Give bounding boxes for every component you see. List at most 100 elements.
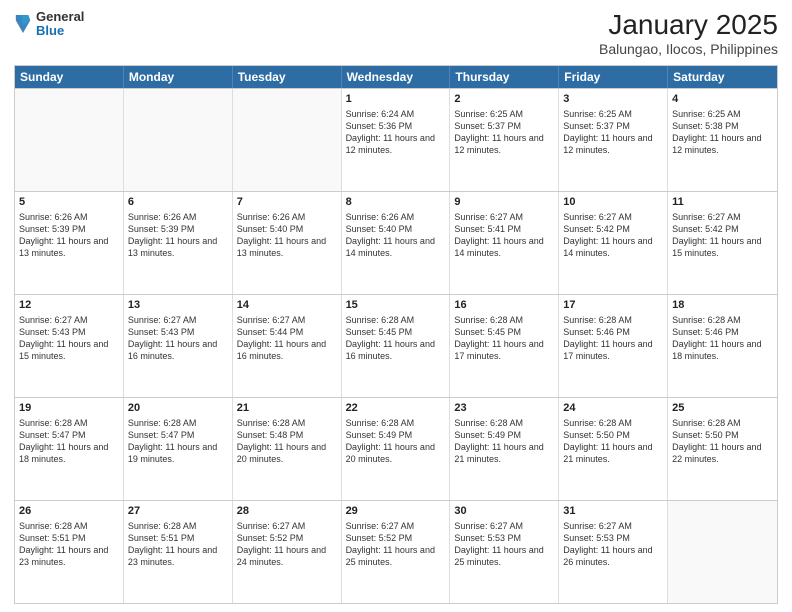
day-number: 8 <box>346 195 446 210</box>
cal-cell: 8Sunrise: 6:26 AM Sunset: 5:40 PM Daylig… <box>342 192 451 294</box>
cal-cell: 18Sunrise: 6:28 AM Sunset: 5:46 PM Dayli… <box>668 295 777 397</box>
logo-blue-text: Blue <box>36 24 84 38</box>
day-number: 24 <box>563 401 663 416</box>
cal-cell <box>233 89 342 191</box>
calendar-title: January 2025 <box>599 10 778 41</box>
day-number: 19 <box>19 401 119 416</box>
page: General Blue January 2025 Balungao, Iloc… <box>0 0 792 612</box>
calendar: SundayMondayTuesdayWednesdayThursdayFrid… <box>14 65 778 604</box>
cal-cell <box>15 89 124 191</box>
cal-cell: 11Sunrise: 6:27 AM Sunset: 5:42 PM Dayli… <box>668 192 777 294</box>
cell-info: Sunrise: 6:28 AM Sunset: 5:50 PM Dayligh… <box>563 417 663 466</box>
day-number: 30 <box>454 504 554 519</box>
logo-text: General Blue <box>36 10 84 39</box>
cell-info: Sunrise: 6:25 AM Sunset: 5:37 PM Dayligh… <box>563 108 663 157</box>
logo-general-text: General <box>36 10 84 24</box>
cal-week-2: 5Sunrise: 6:26 AM Sunset: 5:39 PM Daylig… <box>15 191 777 294</box>
day-number: 14 <box>237 298 337 313</box>
cell-info: Sunrise: 6:27 AM Sunset: 5:53 PM Dayligh… <box>563 520 663 569</box>
cell-info: Sunrise: 6:28 AM Sunset: 5:45 PM Dayligh… <box>346 314 446 363</box>
cal-cell: 29Sunrise: 6:27 AM Sunset: 5:52 PM Dayli… <box>342 501 451 603</box>
cell-info: Sunrise: 6:27 AM Sunset: 5:52 PM Dayligh… <box>346 520 446 569</box>
cal-cell: 30Sunrise: 6:27 AM Sunset: 5:53 PM Dayli… <box>450 501 559 603</box>
day-number: 13 <box>128 298 228 313</box>
cell-info: Sunrise: 6:27 AM Sunset: 5:42 PM Dayligh… <box>563 211 663 260</box>
logo: General Blue <box>14 10 84 39</box>
day-number: 15 <box>346 298 446 313</box>
cell-info: Sunrise: 6:25 AM Sunset: 5:37 PM Dayligh… <box>454 108 554 157</box>
cell-info: Sunrise: 6:28 AM Sunset: 5:49 PM Dayligh… <box>346 417 446 466</box>
cal-cell <box>668 501 777 603</box>
day-number: 11 <box>672 195 773 210</box>
day-number: 16 <box>454 298 554 313</box>
cal-cell: 14Sunrise: 6:27 AM Sunset: 5:44 PM Dayli… <box>233 295 342 397</box>
cal-header-saturday: Saturday <box>668 66 777 88</box>
cal-cell: 27Sunrise: 6:28 AM Sunset: 5:51 PM Dayli… <box>124 501 233 603</box>
cal-cell: 22Sunrise: 6:28 AM Sunset: 5:49 PM Dayli… <box>342 398 451 500</box>
day-number: 29 <box>346 504 446 519</box>
cell-info: Sunrise: 6:28 AM Sunset: 5:49 PM Dayligh… <box>454 417 554 466</box>
cell-info: Sunrise: 6:27 AM Sunset: 5:44 PM Dayligh… <box>237 314 337 363</box>
day-number: 20 <box>128 401 228 416</box>
cal-cell: 16Sunrise: 6:28 AM Sunset: 5:45 PM Dayli… <box>450 295 559 397</box>
day-number: 5 <box>19 195 119 210</box>
day-number: 27 <box>128 504 228 519</box>
day-number: 18 <box>672 298 773 313</box>
calendar-body: 1Sunrise: 6:24 AM Sunset: 5:36 PM Daylig… <box>15 88 777 603</box>
cal-cell: 13Sunrise: 6:27 AM Sunset: 5:43 PM Dayli… <box>124 295 233 397</box>
day-number: 21 <box>237 401 337 416</box>
cell-info: Sunrise: 6:28 AM Sunset: 5:47 PM Dayligh… <box>128 417 228 466</box>
day-number: 23 <box>454 401 554 416</box>
day-number: 31 <box>563 504 663 519</box>
cal-header-sunday: Sunday <box>15 66 124 88</box>
cal-cell: 25Sunrise: 6:28 AM Sunset: 5:50 PM Dayli… <box>668 398 777 500</box>
cell-info: Sunrise: 6:28 AM Sunset: 5:48 PM Dayligh… <box>237 417 337 466</box>
cell-info: Sunrise: 6:28 AM Sunset: 5:45 PM Dayligh… <box>454 314 554 363</box>
cell-info: Sunrise: 6:28 AM Sunset: 5:51 PM Dayligh… <box>128 520 228 569</box>
cal-header-tuesday: Tuesday <box>233 66 342 88</box>
cal-cell: 28Sunrise: 6:27 AM Sunset: 5:52 PM Dayli… <box>233 501 342 603</box>
cal-cell: 4Sunrise: 6:25 AM Sunset: 5:38 PM Daylig… <box>668 89 777 191</box>
cal-week-4: 19Sunrise: 6:28 AM Sunset: 5:47 PM Dayli… <box>15 397 777 500</box>
cell-info: Sunrise: 6:27 AM Sunset: 5:41 PM Dayligh… <box>454 211 554 260</box>
day-number: 28 <box>237 504 337 519</box>
day-number: 4 <box>672 92 773 107</box>
day-number: 6 <box>128 195 228 210</box>
day-number: 12 <box>19 298 119 313</box>
cal-header-thursday: Thursday <box>450 66 559 88</box>
day-number: 25 <box>672 401 773 416</box>
cal-cell: 24Sunrise: 6:28 AM Sunset: 5:50 PM Dayli… <box>559 398 668 500</box>
cell-info: Sunrise: 6:24 AM Sunset: 5:36 PM Dayligh… <box>346 108 446 157</box>
cal-cell: 19Sunrise: 6:28 AM Sunset: 5:47 PM Dayli… <box>15 398 124 500</box>
calendar-subtitle: Balungao, Ilocos, Philippines <box>599 41 778 57</box>
cal-cell: 7Sunrise: 6:26 AM Sunset: 5:40 PM Daylig… <box>233 192 342 294</box>
cell-info: Sunrise: 6:26 AM Sunset: 5:39 PM Dayligh… <box>128 211 228 260</box>
cal-cell: 2Sunrise: 6:25 AM Sunset: 5:37 PM Daylig… <box>450 89 559 191</box>
cell-info: Sunrise: 6:27 AM Sunset: 5:43 PM Dayligh… <box>128 314 228 363</box>
cal-cell: 5Sunrise: 6:26 AM Sunset: 5:39 PM Daylig… <box>15 192 124 294</box>
title-block: January 2025 Balungao, Ilocos, Philippin… <box>599 10 778 57</box>
cal-cell: 1Sunrise: 6:24 AM Sunset: 5:36 PM Daylig… <box>342 89 451 191</box>
cell-info: Sunrise: 6:25 AM Sunset: 5:38 PM Dayligh… <box>672 108 773 157</box>
cell-info: Sunrise: 6:26 AM Sunset: 5:40 PM Dayligh… <box>346 211 446 260</box>
cal-week-1: 1Sunrise: 6:24 AM Sunset: 5:36 PM Daylig… <box>15 88 777 191</box>
cell-info: Sunrise: 6:27 AM Sunset: 5:42 PM Dayligh… <box>672 211 773 260</box>
cal-cell: 26Sunrise: 6:28 AM Sunset: 5:51 PM Dayli… <box>15 501 124 603</box>
cell-info: Sunrise: 6:28 AM Sunset: 5:47 PM Dayligh… <box>19 417 119 466</box>
cal-cell: 17Sunrise: 6:28 AM Sunset: 5:46 PM Dayli… <box>559 295 668 397</box>
cal-cell: 12Sunrise: 6:27 AM Sunset: 5:43 PM Dayli… <box>15 295 124 397</box>
cal-cell: 15Sunrise: 6:28 AM Sunset: 5:45 PM Dayli… <box>342 295 451 397</box>
cell-info: Sunrise: 6:26 AM Sunset: 5:40 PM Dayligh… <box>237 211 337 260</box>
cal-cell: 6Sunrise: 6:26 AM Sunset: 5:39 PM Daylig… <box>124 192 233 294</box>
day-number: 9 <box>454 195 554 210</box>
day-number: 1 <box>346 92 446 107</box>
cell-info: Sunrise: 6:27 AM Sunset: 5:43 PM Dayligh… <box>19 314 119 363</box>
cell-info: Sunrise: 6:27 AM Sunset: 5:52 PM Dayligh… <box>237 520 337 569</box>
cal-cell: 31Sunrise: 6:27 AM Sunset: 5:53 PM Dayli… <box>559 501 668 603</box>
cal-cell <box>124 89 233 191</box>
cal-week-5: 26Sunrise: 6:28 AM Sunset: 5:51 PM Dayli… <box>15 500 777 603</box>
cell-info: Sunrise: 6:26 AM Sunset: 5:39 PM Dayligh… <box>19 211 119 260</box>
cal-cell: 21Sunrise: 6:28 AM Sunset: 5:48 PM Dayli… <box>233 398 342 500</box>
cal-cell: 9Sunrise: 6:27 AM Sunset: 5:41 PM Daylig… <box>450 192 559 294</box>
day-number: 3 <box>563 92 663 107</box>
